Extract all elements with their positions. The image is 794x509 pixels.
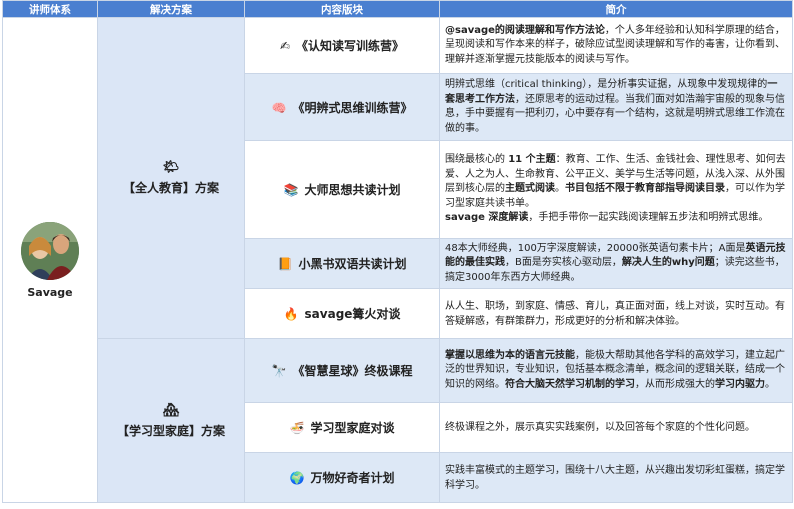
intro-emphasis: 书目包括不限于教育部指导阅读目录 bbox=[565, 183, 725, 195]
books-icon: 📚 bbox=[283, 183, 299, 197]
solution-label: 【全人教育】方案 bbox=[122, 181, 219, 195]
intro-cell: 明辨式思维（critical thinking），是分析事实证据，从现象中发现规… bbox=[439, 73, 793, 141]
header-module: 内容版块 bbox=[244, 0, 440, 18]
module-cell: 📙 小黑书双语共读计划 bbox=[244, 238, 440, 289]
intro-text: 48本大师经典，100万字深度解读，20000张英语句素卡片；A面是 bbox=[445, 242, 746, 254]
header-intro: 简介 bbox=[439, 0, 793, 18]
module-label: 万物好奇者计划 bbox=[310, 471, 395, 485]
module-label: 《认知读写训练营》 bbox=[296, 39, 405, 53]
intro-text: 从人生、职场，到家庭、情感、育儿，真正面对面，线上对谈，实时互动。有答疑解惑，有… bbox=[445, 300, 785, 327]
table-row: 🏘 【学习型家庭】方案 🔭 《智慧星球》终极课程 掌握以思维为本的语言元技能，能极… bbox=[3, 338, 793, 503]
module-cell: ✍ 《认知读写训练营》 bbox=[244, 17, 440, 74]
intro-cell: 终极课程之外，展示真实实践案例，以及回答每个家庭的个性化问题。 bbox=[439, 402, 793, 453]
intro-text: ，B面是夯实核心驱动层， bbox=[505, 257, 622, 269]
solution-cell: 🏘 【学习型家庭】方案 bbox=[97, 338, 245, 503]
globe-icon: 🌍 bbox=[289, 471, 305, 485]
module-label: savage篝火对谈 bbox=[304, 307, 401, 321]
intro-cell: 实践丰富模式的主题学习，围绕十八大主题，从兴趣出发切彩虹蛋糕，搞定学科学习。 bbox=[439, 452, 793, 503]
intro-emphasis: 解决人生的why问题 bbox=[621, 257, 715, 269]
header-solution: 解决方案 bbox=[97, 0, 245, 18]
intro-text: 终极课程之外，展示真实实践案例，以及回答每个家庭的个性化问题。 bbox=[445, 422, 755, 433]
intro-text: ，从而形成强大的 bbox=[635, 378, 715, 390]
sun-icon: 🌤 bbox=[162, 160, 180, 175]
module-cell: 🔥 savage篝火对谈 bbox=[244, 288, 440, 339]
intro-emphasis: 主题式阅读 bbox=[505, 183, 555, 195]
intro-emphasis: savage 深度解读 bbox=[445, 212, 529, 224]
module-cell: 🧠 《明辨式思维训练营》 bbox=[244, 73, 440, 141]
module-cell: 📚 大师思想共读计划 bbox=[244, 140, 440, 239]
intro-text: 。 bbox=[765, 378, 775, 390]
intro-text: 明辨式思维（critical thinking），是分析事实证据，从现象中发现规… bbox=[445, 79, 768, 90]
telescope-icon: 🔭 bbox=[271, 364, 287, 378]
intro-emphasis: @savage的阅读理解和写作方法论 bbox=[445, 24, 605, 36]
intro-cell: @savage的阅读理解和写作方法论，个人多年经验和认知科学原理的结合，呈现阅读… bbox=[439, 17, 793, 74]
intro-cell: 48本大师经典，100万字深度解读，20000张英语句素卡片；A面是英语元技能的… bbox=[439, 238, 793, 289]
lecturer-system-table: 讲师体系 解决方案 内容版块 简介 Savage 🌤 【全人教育】方案 ✍ 《认… bbox=[2, 0, 793, 503]
brain-icon: 🧠 bbox=[271, 100, 287, 115]
intro-text: ，手把手带你一起实践阅读理解五步法和明辨式思维。 bbox=[528, 212, 769, 224]
module-cell: 🌍 万物好奇者计划 bbox=[244, 452, 440, 503]
module-label: 学习型家庭对谈 bbox=[310, 421, 395, 435]
intro-emphasis: 掌握以思维为本的语言元技能 bbox=[445, 349, 575, 361]
solution-label: 【学习型家庭】方案 bbox=[116, 423, 225, 438]
house-icon: 🏘 bbox=[162, 402, 180, 418]
header-lecturer: 讲师体系 bbox=[2, 0, 98, 18]
orange-book-icon: 📙 bbox=[277, 257, 293, 271]
solution-cell: 🌤 【全人教育】方案 bbox=[97, 17, 245, 339]
intro-emphasis: 学习内驱力 bbox=[715, 378, 765, 390]
intro-text: 。 bbox=[555, 183, 565, 195]
module-label: 《智慧星球》终极课程 bbox=[292, 364, 413, 378]
lecturer-cell: Savage bbox=[2, 17, 98, 503]
avatar bbox=[21, 221, 79, 280]
module-label: 《明辨式思维训练营》 bbox=[292, 100, 413, 115]
module-label: 小黑书双语共读计划 bbox=[298, 257, 407, 271]
table-row: Savage 🌤 【全人教育】方案 ✍ 《认知读写训练营》 @savage的阅读理… bbox=[2, 17, 793, 503]
header-row: 讲师体系 解决方案 内容版块 简介 bbox=[2, 0, 793, 18]
writing-hand-icon: ✍ bbox=[279, 39, 291, 53]
module-cell: 🍜 学习型家庭对谈 bbox=[244, 402, 440, 453]
intro-cell: 从人生、职场，到家庭、情感、育儿，真正面对面，线上对谈，实时互动。有答疑解惑，有… bbox=[439, 288, 793, 339]
lecturer-name: Savage bbox=[27, 285, 73, 299]
intro-emphasis: 符合大脑天然学习机制的学习 bbox=[505, 378, 635, 390]
intro-cell: 围绕最核心的 11 个主题：教育、工作、生活、金钱社会、理性思考、如何去爱、人之… bbox=[439, 140, 793, 239]
intro-text: 实践丰富模式的主题学习，围绕十八大主题，从兴趣出发切彩虹蛋糕，搞定学科学习。 bbox=[445, 464, 785, 491]
intro-emphasis: 11 个主题 bbox=[508, 154, 556, 166]
family-bowl-icon: 🍜 bbox=[289, 421, 305, 435]
intro-cell: 掌握以思维为本的语言元技能，能极大帮助其他各学科的高效学习，建立起广泛的世界知识… bbox=[439, 338, 793, 403]
intro-text: 围绕最核心的 bbox=[445, 154, 509, 166]
fire-icon: 🔥 bbox=[283, 307, 299, 321]
module-cell: 🔭 《智慧星球》终极课程 bbox=[244, 338, 440, 403]
module-label: 大师思想共读计划 bbox=[304, 183, 401, 197]
